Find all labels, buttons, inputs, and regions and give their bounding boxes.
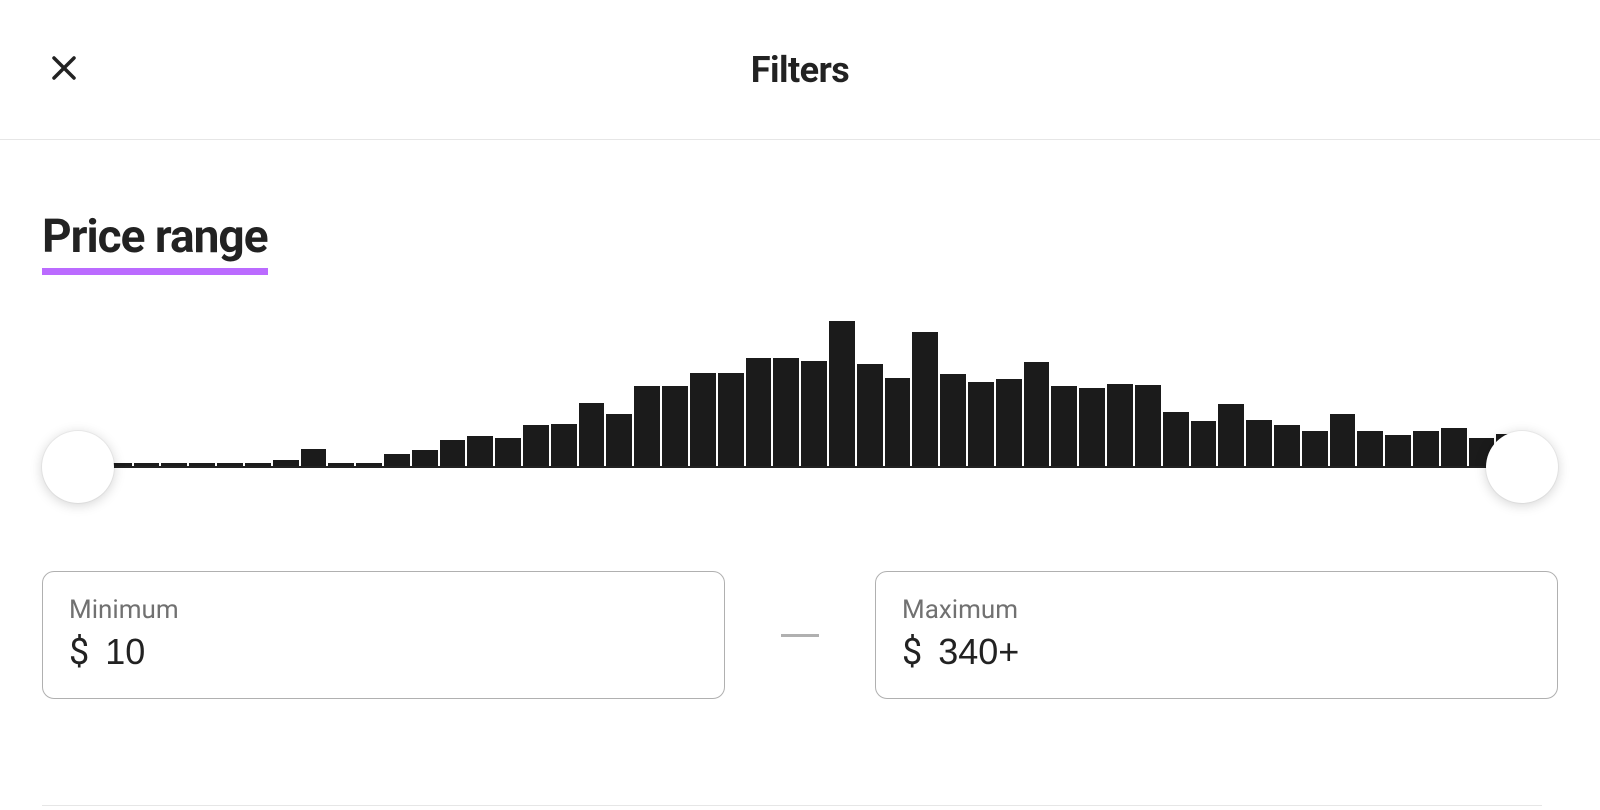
histogram-bar xyxy=(634,386,660,466)
max-price-currency: $ xyxy=(902,631,922,673)
max-price-value-row: $ xyxy=(902,631,1531,673)
histogram-bar xyxy=(1302,431,1328,466)
price-histogram xyxy=(72,321,1528,466)
histogram-bar xyxy=(1191,421,1217,466)
histogram-bar xyxy=(829,321,855,466)
histogram-bar xyxy=(384,454,410,466)
max-price-label: Maximum xyxy=(902,595,1531,625)
histogram-bar xyxy=(857,364,883,466)
histogram-bar xyxy=(773,358,799,466)
histogram-bar xyxy=(551,424,577,466)
section-divider xyxy=(42,805,1542,806)
histogram-bar xyxy=(412,450,438,466)
histogram-bar xyxy=(746,358,772,466)
section-title-wrapper: Price range xyxy=(42,210,268,275)
min-price-currency: $ xyxy=(69,631,89,673)
histogram-bar xyxy=(1051,386,1077,466)
slider-track[interactable] xyxy=(72,466,1528,468)
min-price-input[interactable] xyxy=(105,631,698,673)
histogram-bar xyxy=(801,361,827,466)
modal-header: Filters xyxy=(0,0,1600,140)
histogram-bar xyxy=(440,440,466,466)
histogram-bar xyxy=(1107,384,1133,466)
histogram-bar xyxy=(523,425,549,466)
price-range-title: Price range xyxy=(42,210,268,264)
histogram-bar xyxy=(885,378,911,466)
histogram-bar xyxy=(1385,435,1411,466)
max-price-input-box[interactable]: Maximum $ xyxy=(875,571,1558,699)
histogram-bar xyxy=(1441,428,1467,466)
close-button[interactable] xyxy=(44,50,84,90)
histogram-bar xyxy=(1218,404,1244,466)
histogram-bar xyxy=(467,436,493,466)
price-inputs-row: Minimum $ Maximum $ xyxy=(42,571,1558,699)
histogram-bar xyxy=(301,449,327,466)
slider-handle-max[interactable] xyxy=(1486,431,1558,503)
histogram-bar xyxy=(1079,388,1105,466)
histogram-bar xyxy=(1357,431,1383,466)
modal-content: Price range Minimum $ Maximum $ xyxy=(0,140,1600,699)
close-icon xyxy=(49,53,79,86)
histogram-bar xyxy=(940,374,966,466)
histogram-bar xyxy=(606,414,632,466)
histogram-bar xyxy=(579,403,605,466)
min-price-label: Minimum xyxy=(69,595,698,625)
histogram-bar xyxy=(912,332,938,466)
min-price-input-box[interactable]: Minimum $ xyxy=(42,571,725,699)
histogram-bar xyxy=(1330,414,1356,466)
histogram-bar xyxy=(1274,425,1300,466)
modal-title: Filters xyxy=(751,49,850,91)
histogram-bar xyxy=(718,373,744,466)
histogram-bar xyxy=(495,438,521,466)
min-price-value-row: $ xyxy=(69,631,698,673)
histogram-bar xyxy=(996,379,1022,466)
histogram-bar xyxy=(1163,412,1189,466)
histogram-bar xyxy=(1246,420,1272,466)
histogram-bar xyxy=(1024,362,1050,466)
dash-icon xyxy=(781,634,819,637)
max-price-input[interactable] xyxy=(938,631,1531,673)
histogram-bar xyxy=(1135,385,1161,466)
title-highlight-underline xyxy=(42,268,268,275)
price-range-separator xyxy=(725,634,875,637)
histogram-bar xyxy=(690,373,716,466)
histogram-bar xyxy=(1413,431,1439,466)
histogram-bar xyxy=(968,382,994,466)
price-histogram-area xyxy=(42,321,1558,501)
slider-handle-min[interactable] xyxy=(42,431,114,503)
histogram-bar xyxy=(662,386,688,466)
